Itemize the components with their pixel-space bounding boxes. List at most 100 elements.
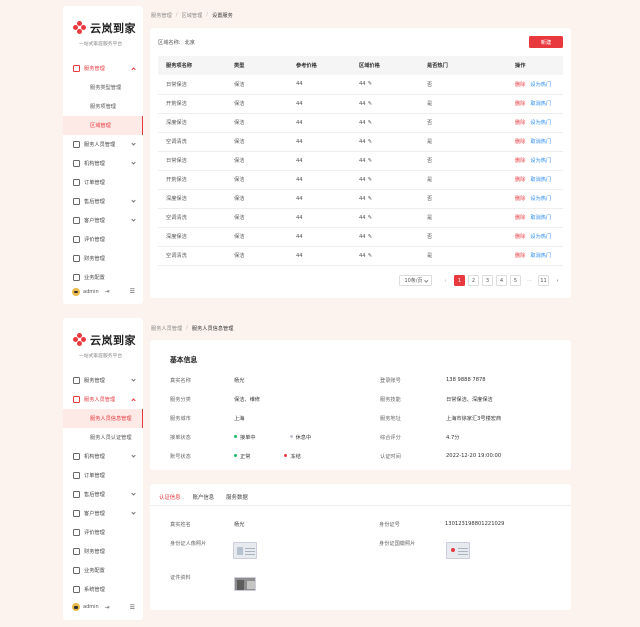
cell-area-price: 44 ✎	[351, 189, 419, 209]
prev-page-button[interactable]: ‹	[440, 275, 451, 286]
sidebar-item[interactable]: 系统管理	[63, 580, 143, 599]
page-button[interactable]: 5	[510, 275, 521, 286]
delete-link[interactable]: 删除	[515, 120, 525, 126]
sidebar-item-label: 系统管理	[84, 587, 105, 593]
sidebar-item[interactable]: 财务管理	[63, 249, 143, 268]
edit-icon[interactable]: ✎	[368, 177, 373, 183]
edit-icon[interactable]: ✎	[368, 253, 373, 259]
delete-link[interactable]: 删除	[515, 158, 525, 164]
id-back-image[interactable]	[446, 542, 470, 559]
toggle-hot-link[interactable]: 设为热门	[530, 120, 551, 126]
submenu-item[interactable]: 服务类型管理	[63, 78, 143, 97]
cell-name: 空调清洗	[158, 208, 226, 228]
area-price-value: 44	[359, 195, 366, 202]
sidebar-item[interactable]: 售后管理	[63, 192, 143, 211]
status-option[interactable]: 正常	[240, 454, 250, 460]
table-row: 深度保洁 保洁 44 44 ✎ 否删除 设为热门	[158, 113, 563, 133]
cell-type: 保洁	[226, 189, 288, 209]
toggle-hot-link[interactable]: 设为热门	[530, 234, 551, 240]
sidebar-item[interactable]: 财务管理	[63, 542, 143, 561]
breadcrumb-item[interactable]: 服务人员管理	[151, 325, 182, 332]
sidebar-item[interactable]: 评价管理	[63, 523, 143, 542]
toggle-hot-link[interactable]: 取消热门	[530, 253, 551, 259]
sidebar-item[interactable]: 业务配置	[63, 268, 143, 287]
avatar[interactable]	[72, 287, 80, 296]
page-button[interactable]: 1	[454, 275, 465, 286]
delete-link[interactable]: 删除	[515, 101, 525, 107]
sidebar-item-label: 订单管理	[84, 473, 105, 479]
user-name: admin	[83, 604, 99, 610]
id-back-row: 身份证国徽照片	[379, 540, 415, 547]
sidebar-item-label: 售后管理	[84, 199, 105, 205]
sidebar-item[interactable]: 服务管理	[63, 371, 143, 390]
menu-icon	[73, 510, 80, 517]
edit-icon[interactable]: ✎	[368, 234, 373, 240]
delete-link[interactable]: 删除	[515, 215, 525, 221]
edit-icon[interactable]: ✎	[368, 101, 373, 107]
toggle-hot-link[interactable]: 取消热门	[530, 177, 551, 183]
page-button[interactable]: 11	[538, 275, 549, 286]
status-option[interactable]: 接单中	[240, 435, 256, 441]
sidebar-item[interactable]: 售后管理	[63, 485, 143, 504]
menu-collapse-icon[interactable]: ☰	[130, 288, 135, 295]
sidebar-item[interactable]: 订单管理	[63, 466, 143, 485]
next-page-button[interactable]: ›	[552, 275, 563, 286]
sidebar-item[interactable]: 评价管理	[63, 230, 143, 249]
sidebar-item[interactable]: 服务人员管理	[63, 135, 143, 154]
toggle-hot-link[interactable]: 设为热门	[530, 158, 551, 164]
cell-ref-price: 44	[288, 227, 351, 247]
menu-collapse-icon[interactable]: ☰	[130, 604, 135, 611]
cell-name: 深度保洁	[158, 189, 226, 209]
delete-link[interactable]: 删除	[515, 82, 525, 88]
submenu-item[interactable]: 服务人员信息管理	[63, 409, 143, 428]
edit-icon[interactable]: ✎	[368, 196, 373, 202]
delete-link[interactable]: 删除	[515, 139, 525, 145]
delete-link[interactable]: 删除	[515, 196, 525, 202]
new-button[interactable]: 新建	[529, 36, 563, 48]
submenu-item[interactable]: 区域管理	[63, 116, 143, 135]
page-size-select[interactable]: 10条/页	[399, 275, 432, 286]
sidebar-item[interactable]: 客户管理	[63, 504, 143, 523]
submenu-item[interactable]: 服务人员认证管理	[63, 428, 143, 447]
sidebar-item[interactable]: 业务配置	[63, 561, 143, 580]
cell-hot: 否	[419, 75, 507, 95]
page-button[interactable]: 4	[496, 275, 507, 286]
id-front-image[interactable]	[233, 542, 257, 559]
page-button[interactable]: 2	[468, 275, 479, 286]
logout-icon[interactable]: ⇥	[105, 604, 110, 611]
edit-icon[interactable]: ✎	[368, 120, 373, 126]
delete-link[interactable]: 删除	[515, 253, 525, 259]
sidebar-item[interactable]: 客户管理	[63, 211, 143, 230]
delete-link[interactable]: 删除	[515, 234, 525, 240]
logout-icon[interactable]: ⇥	[105, 288, 110, 295]
menu-icon	[73, 217, 80, 224]
page-button[interactable]: 3	[482, 275, 493, 286]
sidebar-menu: 服务管理 服务人员管理 服务人员信息管理 服务人员认证管理 机构管理订单管理售后管理 客户…	[63, 371, 143, 602]
edit-icon[interactable]: ✎	[368, 215, 373, 221]
submenu-item[interactable]: 服务项管理	[63, 97, 143, 116]
toggle-hot-link[interactable]: 取消热门	[530, 215, 551, 221]
sidebar-item[interactable]: 订单管理	[63, 173, 143, 192]
avatar[interactable]	[72, 603, 80, 611]
toggle-hot-link[interactable]: 取消热门	[530, 139, 551, 145]
region-value: 北京	[184, 39, 195, 46]
toggle-hot-link[interactable]: 取消热门	[530, 101, 551, 107]
certificate-image[interactable]	[234, 577, 256, 591]
breadcrumb-item[interactable]: 区域管理	[182, 12, 203, 19]
delete-link[interactable]: 删除	[515, 177, 525, 183]
breadcrumb-item[interactable]: 服务管理	[151, 12, 172, 19]
real-name-label: 真实姓名	[170, 522, 191, 528]
status-option[interactable]: 冻结	[290, 454, 300, 460]
sidebar-item[interactable]: 服务管理	[63, 59, 143, 78]
edit-icon[interactable]: ✎	[368, 81, 373, 87]
edit-icon[interactable]: ✎	[368, 158, 373, 164]
sidebar-item[interactable]: 机构管理	[63, 447, 143, 466]
sidebar-item[interactable]: 机构管理	[63, 154, 143, 173]
status-option[interactable]: 休息中	[296, 435, 312, 441]
edit-icon[interactable]: ✎	[368, 139, 373, 145]
toggle-hot-link[interactable]: 设为热门	[530, 196, 551, 202]
sidebar-item[interactable]: 服务人员管理	[63, 390, 143, 409]
logo-icon	[73, 333, 87, 347]
toggle-hot-link[interactable]: 设为热门	[530, 82, 551, 88]
area-price-value: 44	[359, 176, 366, 183]
